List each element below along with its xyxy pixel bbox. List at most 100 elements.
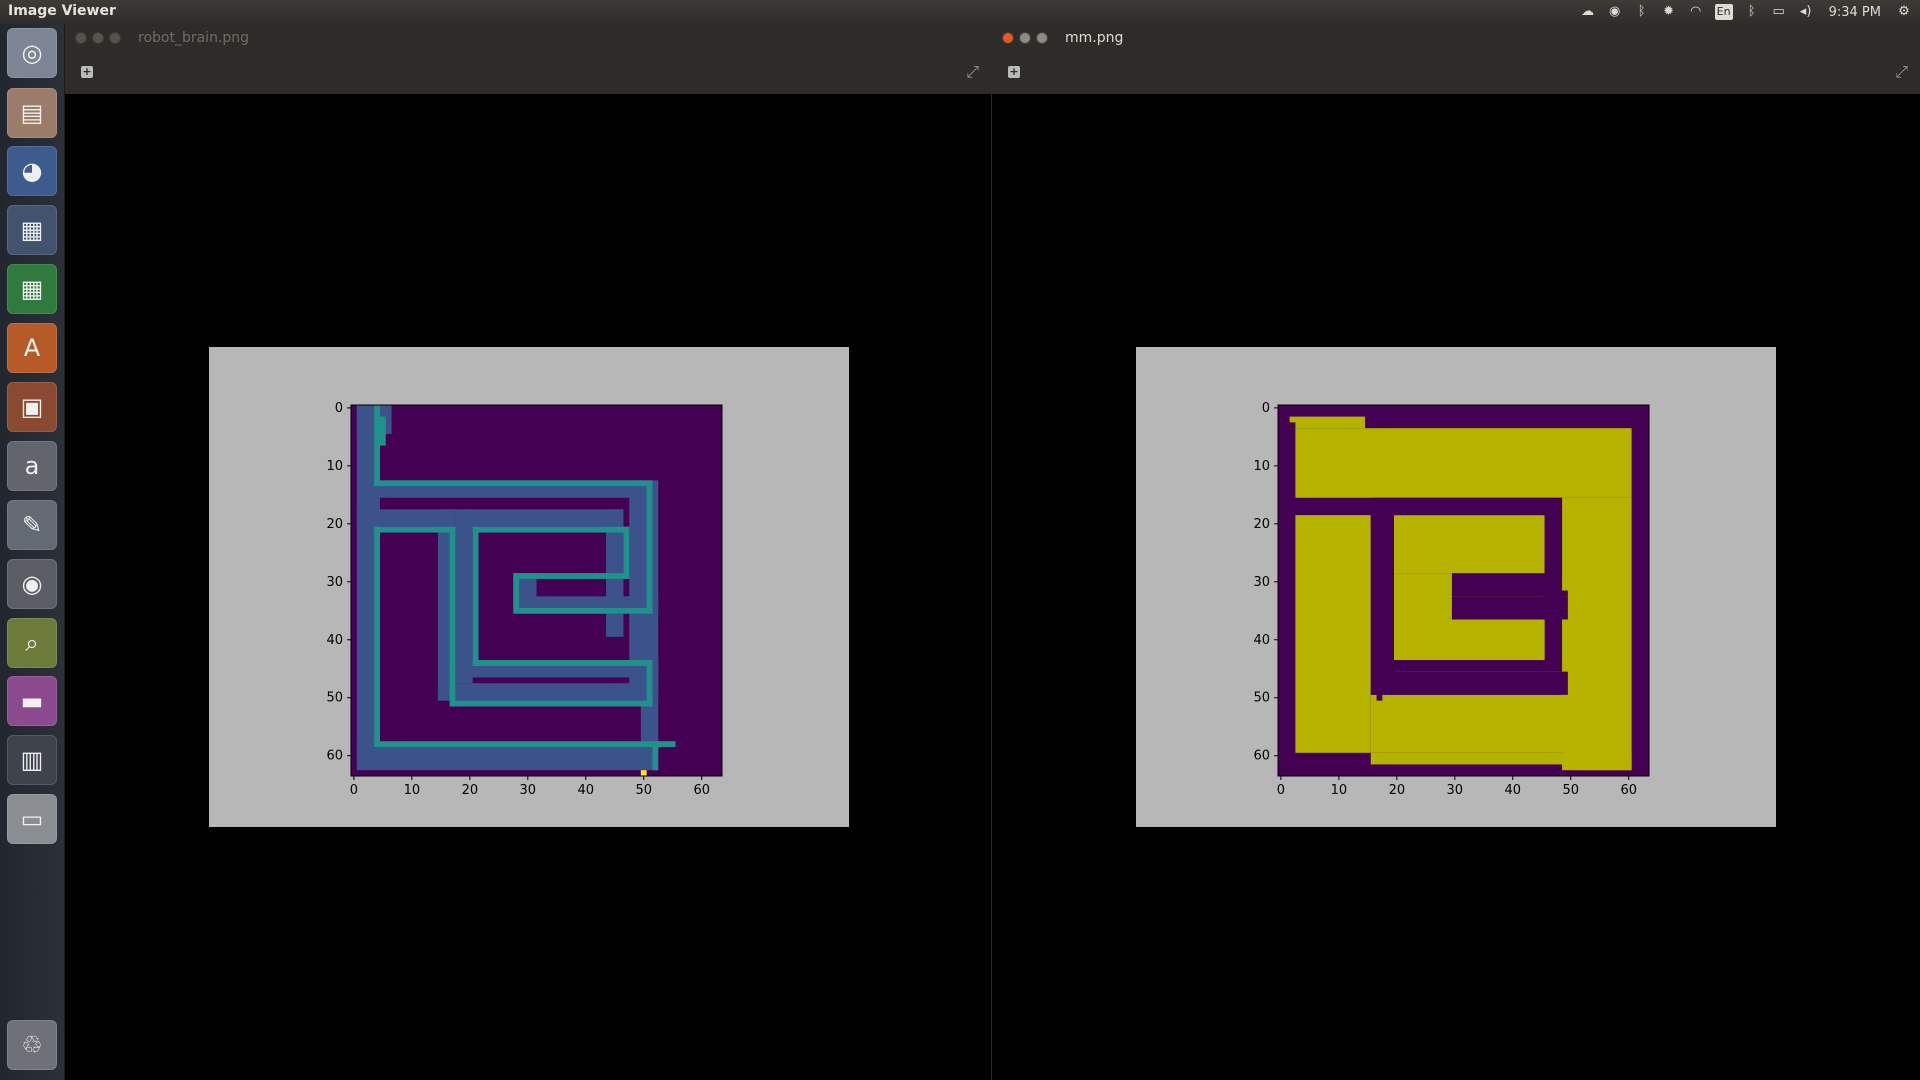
x-tick-label: 60 (1620, 783, 1637, 798)
heatmap-plot: 0 10 20 30 40 50 60 0 10 20 30 40 50 60 (326, 401, 723, 798)
path-line-cell (513, 573, 520, 608)
wall-cell (1289, 422, 1296, 429)
workspace-switcher-glyph: ▬ (20, 687, 44, 715)
window-title: robot_brain.png (138, 30, 250, 46)
path-line-cell (449, 526, 456, 707)
window-title: mm.png (1065, 30, 1124, 46)
path-line-cell (374, 480, 653, 487)
y-tick-label: 10 (326, 459, 343, 474)
impress-icon[interactable]: ▣ (7, 382, 57, 432)
maximize-button[interactable] (109, 32, 121, 44)
volume-icon[interactable]: ◂) (1798, 4, 1814, 20)
trash-icon[interactable]: ♲ (7, 1020, 57, 1070)
bluetooth-icon[interactable]: ᛒ (1634, 4, 1650, 20)
battery-icon[interactable]: ▭ (1771, 4, 1787, 20)
top-panel: Image Viewer ☁ ◉ ᛒ ✹ ◠ En ᛒ ▭ ◂) 9:34 PM… (0, 0, 1920, 24)
y-tick-label: 40 (1253, 633, 1270, 648)
minimize-button[interactable] (1019, 32, 1031, 44)
maximize-button[interactable] (1036, 32, 1048, 44)
x-tick-label: 10 (404, 783, 421, 798)
y-tick-label: 60 (1253, 749, 1270, 764)
ubuntu-dash-icon[interactable]: ◎ (7, 28, 57, 78)
software-center-icon[interactable]: A (7, 323, 57, 373)
app-title: Image Viewer (8, 3, 116, 19)
wifi-icon[interactable]: ◠ (1688, 4, 1704, 20)
keyboard-layout-icon[interactable]: En (1714, 4, 1733, 20)
path-line-cell (374, 405, 380, 487)
path-line-cell (472, 660, 647, 666)
firefox-glyph: ◕ (21, 157, 43, 185)
y-tick-label: 20 (1253, 517, 1270, 532)
path-line-cell (374, 526, 380, 748)
writer-icon[interactable]: ▦ (7, 205, 57, 255)
path-line-cell (513, 607, 653, 614)
wall-cell (1370, 497, 1563, 516)
clock[interactable]: 9:34 PM (1825, 5, 1885, 20)
wall-cell (1370, 515, 1394, 695)
x-tick-label: 10 (1331, 783, 1348, 798)
x-tick-label: 20 (1389, 783, 1406, 798)
window-spread-icon[interactable]: ▥ (7, 735, 57, 785)
x-tick-label: 0 (350, 783, 358, 798)
x-tick-label: 40 (578, 783, 595, 798)
calc-glyph: ▦ (20, 275, 44, 303)
chrome-icon[interactable]: ◉ (7, 559, 57, 609)
amazon-icon[interactable]: a (7, 441, 57, 491)
fullscreen-icon[interactable]: ⤢ (1895, 62, 1908, 82)
image-frame: 0 10 20 30 40 50 60 0 10 20 30 40 50 60 (1136, 347, 1776, 827)
system-settings-glyph: ✎ (21, 511, 43, 539)
window-titlebar[interactable]: robot_brain.png + ⤢ (65, 24, 991, 94)
y-tick-label: 0 (1262, 401, 1270, 416)
fullscreen-icon[interactable]: ⤢ (966, 62, 979, 82)
dropbox-icon[interactable]: ☁ (1580, 4, 1596, 20)
path-band-cell (356, 747, 659, 771)
workspace-switcher-icon[interactable]: ▬ (7, 676, 57, 726)
files-icon[interactable]: ▤ (7, 88, 57, 138)
close-button[interactable] (1002, 32, 1014, 44)
free-space-cell (1393, 573, 1452, 591)
path-line-cell (652, 741, 659, 771)
path-line-cell (472, 526, 479, 666)
settings-gear-icon[interactable]: ✹ (1661, 4, 1677, 20)
drive-icon[interactable]: ▭ (7, 794, 57, 844)
x-tick-label: 60 (693, 783, 710, 798)
y-tick-label: 30 (326, 575, 343, 590)
x-tick-label: 50 (1562, 783, 1579, 798)
y-tick-label: 50 (326, 691, 343, 706)
path-band-cell (455, 509, 473, 684)
amazon-glyph: a (24, 452, 40, 480)
y-tick-label: 60 (326, 749, 343, 764)
free-space-cell (1370, 694, 1574, 753)
window-titlebar[interactable]: mm.png + ⤢ (992, 24, 1920, 94)
y-tick-label: 20 (326, 517, 343, 532)
bluetooth-icon[interactable]: ᛒ (1744, 4, 1760, 20)
x-tick-label: 20 (462, 783, 479, 798)
path-line-cell (646, 660, 653, 707)
path-line-cell (646, 486, 653, 614)
chrome-icon[interactable]: ◉ (1607, 4, 1623, 20)
files-glyph: ▤ (20, 99, 44, 127)
chrome-glyph: ◉ (21, 570, 43, 598)
y-tick-label: 50 (1253, 691, 1270, 706)
new-tab-icon[interactable]: + (1008, 66, 1020, 78)
path-band-cell (461, 509, 624, 527)
system-settings-icon[interactable]: ✎ (7, 500, 57, 550)
path-line-cell (519, 573, 630, 579)
firefox-icon[interactable]: ◕ (7, 146, 57, 196)
path-line-cell (449, 700, 653, 707)
image-viewer-icon[interactable]: ⌕ (7, 618, 57, 668)
free-space-cell (1573, 752, 1632, 771)
new-tab-icon[interactable]: + (81, 66, 93, 78)
minimize-button[interactable] (92, 32, 104, 44)
calc-icon[interactable]: ▦ (7, 264, 57, 314)
window-spread-glyph: ▥ (20, 746, 44, 774)
system-gear-icon[interactable]: ⚙ (1896, 4, 1912, 20)
close-button[interactable] (75, 32, 87, 44)
image-window-mm: mm.png + ⤢ 0 10 20 30 40 50 60 0 10 20 30 40 50 60 (992, 24, 1920, 1080)
heatmap-plot: 0 10 20 30 40 50 60 0 10 20 30 40 50 60 (1253, 401, 1650, 798)
free-space-cell (1295, 428, 1632, 498)
image-frame: 0 10 20 30 40 50 60 0 10 20 30 40 50 60 (209, 347, 849, 827)
image-viewer-glyph: ⌕ (25, 629, 39, 657)
wall-cell (1393, 671, 1568, 695)
path-line-cell (374, 526, 456, 533)
